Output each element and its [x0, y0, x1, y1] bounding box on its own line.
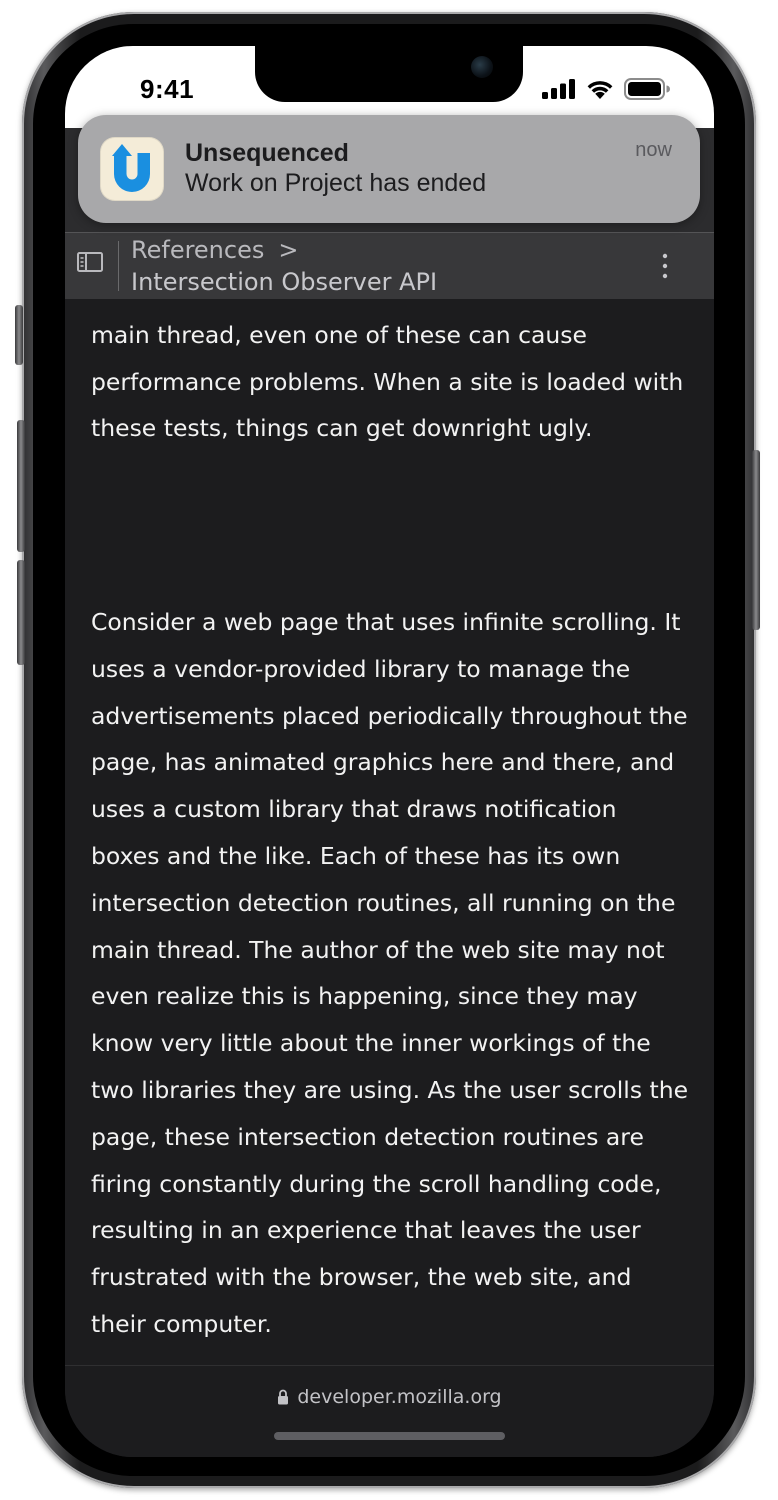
sidebar-toggle-icon[interactable]	[77, 251, 103, 273]
breadcrumb: References > Intersection Observer API	[65, 232, 714, 300]
more-menu-icon[interactable]	[660, 251, 670, 281]
notch	[255, 46, 523, 102]
volume-down-button	[17, 560, 25, 665]
notification-banner[interactable]: Unsequenced Work on Project has ended no…	[78, 115, 700, 223]
power-button	[752, 450, 760, 630]
volume-up-button	[17, 420, 25, 552]
front-camera	[471, 56, 493, 78]
article-content[interactable]: element affected. Since all this code ru…	[65, 299, 714, 1365]
url-domain[interactable]: developer.mozilla.org	[297, 1386, 501, 1408]
breadcrumb-parent-link[interactable]: References	[131, 236, 264, 264]
wifi-icon	[587, 81, 613, 99]
notification-app-name: Unsequenced	[185, 139, 349, 167]
article-paragraph: element affected. Since all this code ru…	[91, 299, 684, 443]
notification-time: now	[635, 139, 672, 161]
unsequenced-u-arrow-icon	[112, 144, 150, 192]
phone-screen: 9:41 References > Intersection Observer …	[65, 46, 714, 1457]
breadcrumb-separator: >	[278, 236, 299, 264]
url-row[interactable]: developer.mozilla.org	[65, 1386, 714, 1408]
lock-icon	[278, 1389, 289, 1405]
breadcrumb-parent-row[interactable]: References >	[131, 236, 298, 264]
status-icons	[542, 78, 670, 100]
battery-icon	[624, 78, 670, 100]
silent-switch	[15, 305, 23, 365]
article-paragraph: Consider a web page that uses infinite s…	[91, 608, 689, 1338]
address-bar[interactable]: developer.mozilla.org	[65, 1365, 714, 1457]
breadcrumb-divider	[118, 241, 119, 291]
home-indicator[interactable]	[274, 1432, 505, 1440]
cellular-signal-icon	[542, 79, 575, 99]
notification-message: Work on Project has ended	[185, 169, 487, 197]
unsequenced-app-icon	[100, 137, 164, 201]
status-time: 9:41	[140, 74, 195, 104]
breadcrumb-current-page[interactable]: Intersection Observer API	[131, 268, 437, 296]
